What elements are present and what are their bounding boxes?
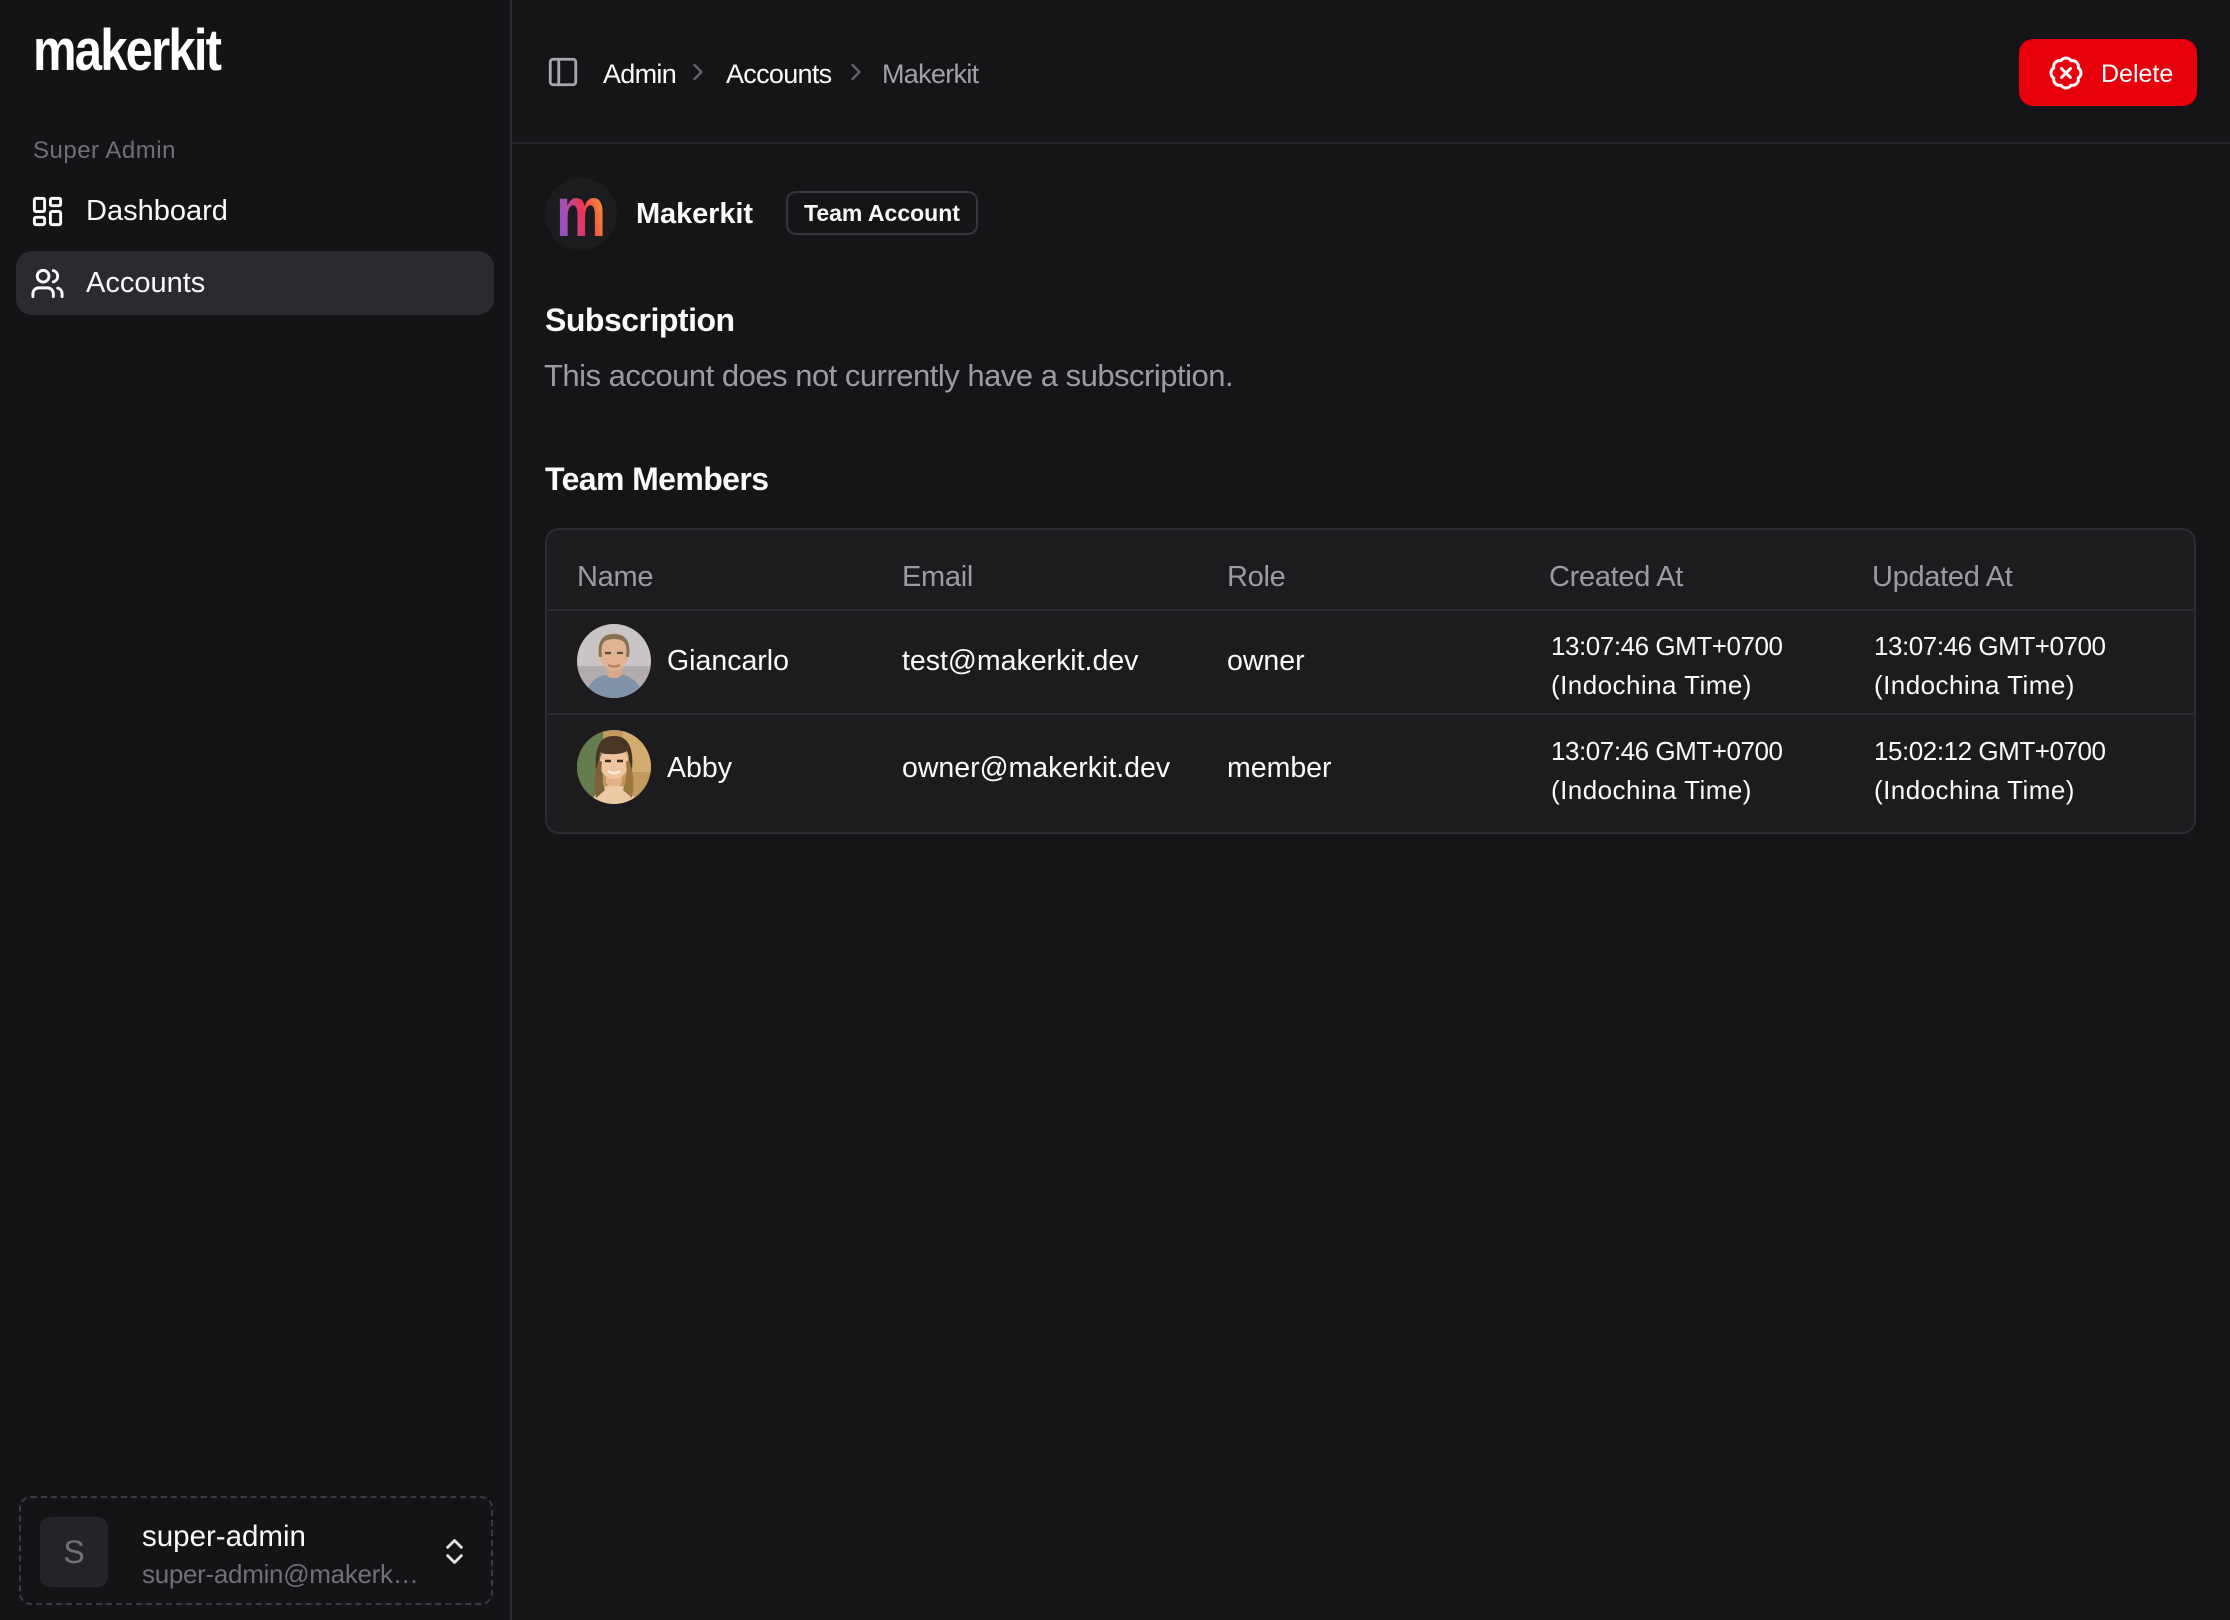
svg-text:m: m	[556, 178, 606, 250]
